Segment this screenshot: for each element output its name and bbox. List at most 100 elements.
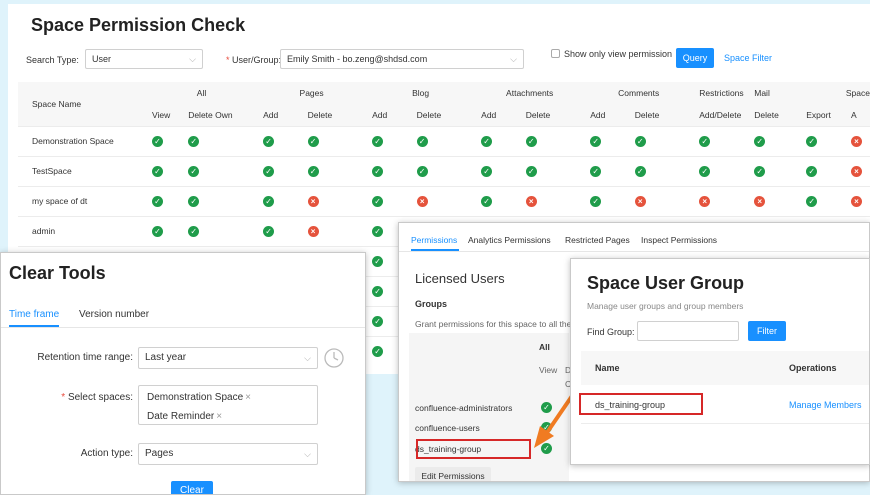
subcol-header: Delete (301, 104, 367, 126)
space-name-cell: Demonstration Space (18, 125, 146, 156)
group-attachments: Attachments (475, 82, 585, 104)
cross-icon: × (851, 135, 862, 147)
tab-analytics-permissions[interactable]: Analytics Permissions (468, 235, 551, 245)
check-icon: ✓ (699, 135, 711, 147)
check-icon: ✓ (590, 165, 602, 177)
cross-icon: × (851, 165, 862, 177)
query-button[interactable]: Query (676, 48, 714, 68)
col-space-name: Space Name (18, 82, 146, 126)
search-type-select[interactable]: User ⌵ (85, 49, 203, 69)
check-icon: ✓ (525, 135, 537, 147)
close-icon[interactable]: × (216, 411, 222, 422)
permission-cell: ✓ (475, 125, 520, 156)
subcol-header: Delete (748, 104, 801, 126)
subcol-header: View (146, 104, 183, 126)
group-comments: Comments (584, 82, 694, 104)
check-icon: ✓ (481, 135, 493, 147)
clear-tools-title: Clear Tools (9, 263, 106, 283)
check-icon: ✓ (263, 195, 275, 207)
show-only-view-checkbox[interactable] (551, 49, 560, 58)
check-icon: ✓ (372, 285, 384, 297)
close-icon[interactable]: × (245, 392, 251, 403)
subcol-header: Add (584, 104, 629, 126)
edit-permissions-button[interactable]: Edit Permissions (415, 467, 491, 481)
space-tag: Demonstration Space × (147, 392, 252, 403)
permission-cell: × (519, 185, 585, 216)
group-blog: Blog (366, 82, 476, 104)
tab-divider (1, 327, 365, 328)
check-icon: ✓ (372, 345, 384, 357)
subcol-header: Delete (628, 104, 694, 126)
action-select[interactable]: Pages ⌵ (138, 443, 318, 465)
check-icon: ✓ (263, 135, 275, 147)
find-group-label: Find Group: (587, 327, 635, 337)
highlight-box (416, 439, 531, 459)
tab-version-number[interactable]: Version number (79, 309, 149, 320)
retention-value: Last year (145, 352, 187, 363)
tab-inspect-permissions[interactable]: Inspect Permissions (641, 235, 717, 245)
check-icon: ✓ (754, 165, 766, 177)
check-icon: ✓ (634, 165, 646, 177)
history-icon[interactable] (323, 347, 345, 369)
group-pages: Pages (257, 82, 367, 104)
permission-cell: ✓ (693, 155, 749, 186)
space-filter-link[interactable]: Space Filter (724, 53, 772, 63)
chevron-down-icon: ⌵ (304, 353, 311, 363)
user-group-select[interactable]: Emily Smith - bo.zeng@shdsd.com ⌵ (280, 49, 524, 69)
subcol-header: A (845, 104, 870, 126)
permission-cell: ✓ (366, 155, 411, 186)
filter-button[interactable]: Filter (748, 321, 786, 341)
check-icon: ✓ (188, 135, 200, 147)
find-group-input[interactable] (637, 321, 739, 341)
search-type-label: Search Type: (26, 55, 79, 65)
permission-cell: ✓ (182, 215, 258, 246)
permission-cell: ✓ (301, 125, 367, 156)
clear-button[interactable]: Clear (171, 481, 213, 494)
permission-cell: ✓ (182, 185, 258, 216)
cross-icon: × (307, 195, 319, 207)
tab-permissions[interactable]: Permissions (411, 235, 457, 245)
permission-cell: ✓ (748, 125, 801, 156)
check-icon: ✓ (372, 225, 384, 237)
show-only-view-label: Show only view permission (564, 49, 673, 59)
manage-members-link[interactable]: Manage Members (789, 400, 862, 410)
spaces-multiselect[interactable]: Demonstration Space × Date Reminder × (138, 385, 318, 425)
check-icon: ✓ (634, 135, 646, 147)
check-icon: ✓ (307, 135, 319, 147)
permission-cell: ✓ (584, 155, 629, 186)
permission-cell: ✓ (475, 185, 520, 216)
permission-cell: ✓ (748, 155, 801, 186)
check-icon: ✓ (152, 225, 163, 237)
check-icon: ✓ (806, 165, 818, 177)
check-icon: ✓ (806, 135, 818, 147)
permission-cell: ✓ (519, 125, 585, 156)
check-icon: ✓ (372, 135, 384, 147)
permission-cell: × (410, 185, 476, 216)
permission-cell: ✓ (182, 125, 258, 156)
permission-cell: ✓ (257, 185, 302, 216)
retention-select[interactable]: Last year ⌵ (138, 347, 318, 369)
check-icon: ✓ (188, 225, 200, 237)
space-user-group-panel: Space User Group Manage user groups and … (570, 258, 870, 465)
permission-cell: ✓ (800, 125, 845, 156)
licensed-users-heading: Licensed Users (415, 271, 505, 286)
table-row: my space of dt ✓ ✓ ✓ × ✓ × ✓ × ✓ × × × ✓ × (18, 185, 870, 216)
check-icon: ✓ (590, 195, 602, 207)
check-icon: ✓ (416, 135, 428, 147)
permission-cell: × (693, 185, 749, 216)
space-tag: Date Reminder × (147, 411, 223, 422)
row-divider (581, 423, 869, 424)
group-mail: Mail (748, 82, 801, 104)
subcol-header: Add (257, 104, 302, 126)
retention-label: Retention time range: (37, 352, 133, 363)
permission-cell: ✓ (257, 125, 302, 156)
permission-cell: × (748, 185, 801, 216)
permission-cell: ✓ (475, 155, 520, 186)
check-icon: ✓ (416, 165, 428, 177)
space-name-cell: my space of dt (18, 185, 146, 216)
subcol-header: Delete Own (182, 104, 258, 126)
tab-time-frame[interactable]: Time frame (9, 309, 59, 320)
tab-restricted-pages[interactable]: Restricted Pages (565, 235, 630, 245)
permission-cell: ✓ (584, 185, 629, 216)
cross-icon: × (416, 195, 428, 207)
